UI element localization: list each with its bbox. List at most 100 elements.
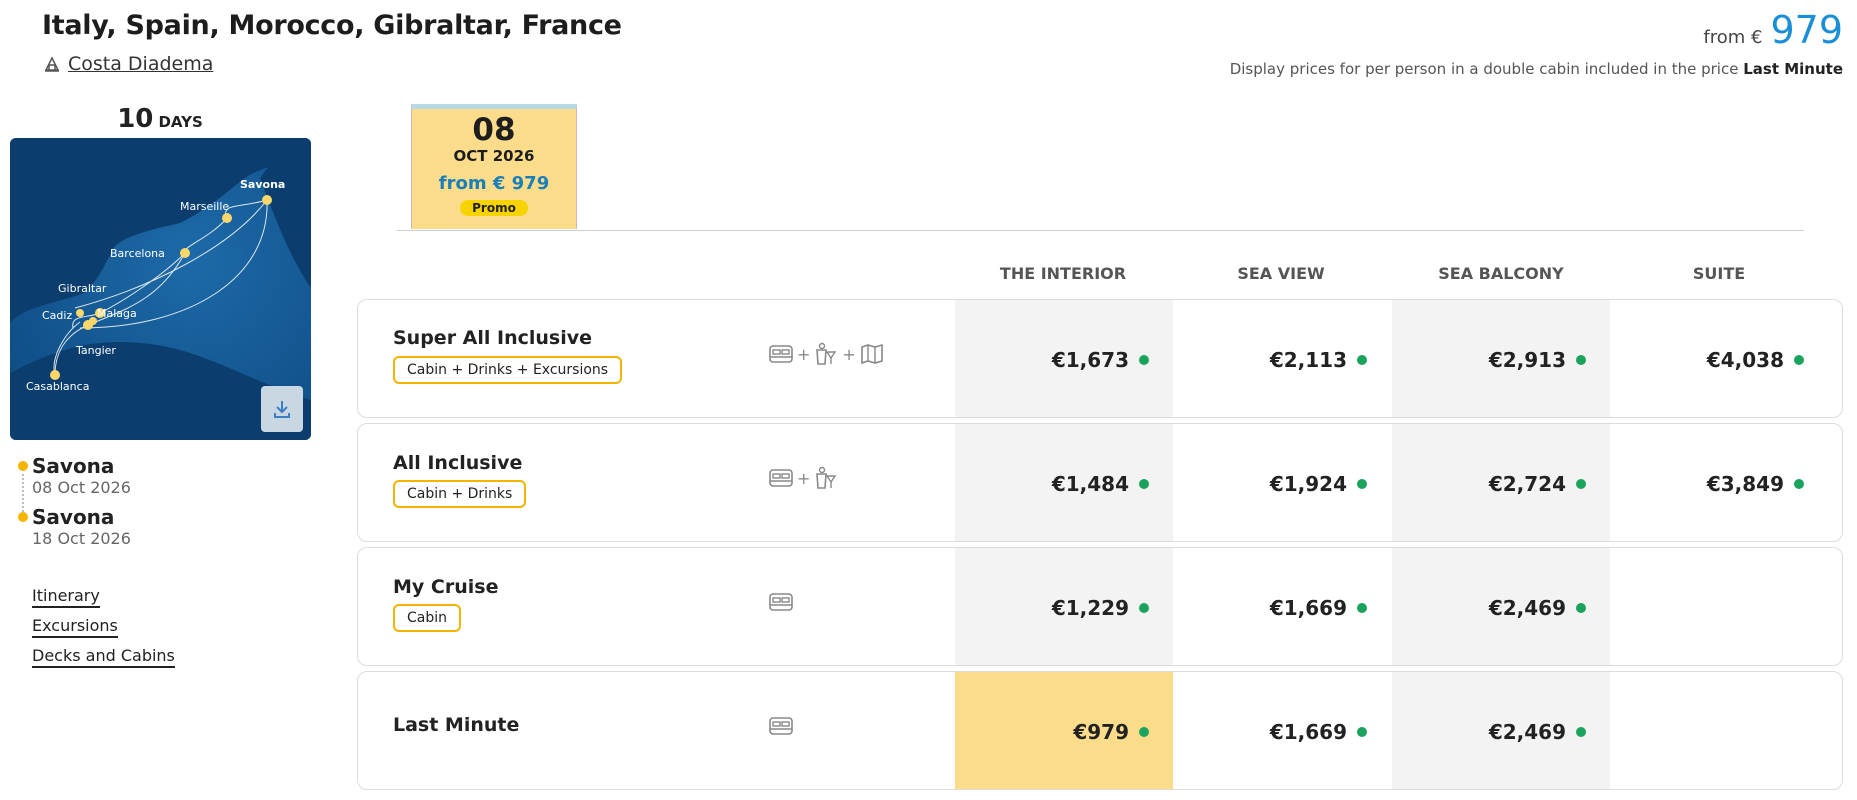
price-cell-suite-empty bbox=[1610, 672, 1828, 789]
drinks-icon bbox=[816, 466, 837, 489]
price-cell-interior-selected[interactable]: €979 bbox=[955, 672, 1173, 789]
cabin-icon bbox=[769, 469, 793, 487]
price-value: €979 bbox=[1073, 719, 1129, 744]
promo-badge: Promo bbox=[460, 200, 528, 216]
price-cell-sea-view[interactable]: €2,113 bbox=[1173, 300, 1391, 417]
availability-dot-icon bbox=[1576, 354, 1586, 365]
price-cell-sea-balcony[interactable]: €2,469 bbox=[1392, 672, 1610, 789]
fare-icons: + + bbox=[768, 342, 885, 366]
fare-row-all-inclusive: All Inclusive Cabin + Drinks + €1,484 €1… bbox=[357, 423, 1843, 542]
availability-dot-icon bbox=[1139, 354, 1149, 365]
decks-and-cabins-link[interactable]: Decks and Cabins bbox=[32, 646, 175, 668]
map-label-gibraltar: Gibraltar bbox=[58, 282, 107, 295]
price-value: €1,673 bbox=[1051, 347, 1129, 372]
date-card-price: from € 979 bbox=[438, 173, 550, 194]
price-cell-interior[interactable]: €1,673 bbox=[955, 300, 1173, 417]
map-label-casablanca: Casablanca bbox=[26, 380, 89, 393]
price-cell-sea-balcony[interactable]: €2,913 bbox=[1392, 300, 1610, 417]
trip-links: Itinerary Excursions Decks and Cabins bbox=[32, 586, 175, 676]
map-label-marseille: Marseille bbox=[180, 200, 229, 213]
price-value: €2,469 bbox=[1488, 719, 1566, 744]
price-value: €1,924 bbox=[1269, 471, 1347, 496]
map-label-tangier: Tangier bbox=[75, 344, 116, 357]
departure-date: 08 Oct 2026 bbox=[32, 478, 131, 497]
fare-name: My Cruise bbox=[393, 576, 499, 598]
cabin-icon bbox=[769, 345, 793, 363]
trip-duration: 10 DAYS bbox=[10, 104, 310, 134]
fare-row-super-all-inclusive: Super All Inclusive Cabin + Drinks + Exc… bbox=[357, 299, 1843, 418]
fare-icons bbox=[768, 590, 794, 614]
map-label-barcelona: Barcelona bbox=[110, 247, 165, 260]
map-label-malaga: Malaga bbox=[97, 307, 137, 320]
availability-dot-icon bbox=[1357, 478, 1367, 489]
departure-port-name: Savona bbox=[32, 454, 115, 478]
availability-dot-icon bbox=[1576, 478, 1586, 489]
ship-icon bbox=[44, 56, 60, 72]
itinerary-map[interactable]: Savona Marseille Barcelona Gibraltar Cad… bbox=[10, 138, 311, 440]
port-dot-icon bbox=[18, 461, 28, 471]
price-value: €1,669 bbox=[1269, 719, 1347, 744]
ship-name[interactable]: Costa Diadema bbox=[68, 53, 213, 75]
price-disclaimer: Display prices for per person in a doubl… bbox=[1230, 60, 1843, 78]
price-cell-suite[interactable]: €3,849 bbox=[1610, 424, 1828, 541]
port-timeline: Savona 08 Oct 2026 Savona 18 Oct 2026 bbox=[18, 454, 131, 556]
departure-date-tab[interactable]: 08 OCT 2026 from € 979 Promo bbox=[411, 104, 577, 229]
availability-dot-icon bbox=[1357, 602, 1367, 613]
days-label: DAYS bbox=[158, 113, 203, 131]
excursion-map-icon bbox=[861, 343, 883, 365]
availability-dot-icon bbox=[1357, 354, 1367, 365]
fare-name: Super All Inclusive bbox=[393, 327, 593, 349]
price-cell-sea-view[interactable]: €1,669 bbox=[1173, 548, 1391, 665]
availability-dot-icon bbox=[1139, 726, 1149, 737]
days-number: 10 bbox=[117, 104, 154, 134]
price-cell-sea-view[interactable]: €1,669 bbox=[1173, 672, 1391, 789]
date-card-month: OCT 2026 bbox=[453, 147, 535, 165]
price-from-label: from € bbox=[1703, 27, 1763, 48]
price-cell-sea-balcony[interactable]: €2,469 bbox=[1392, 548, 1610, 665]
price-value: €2,913 bbox=[1488, 347, 1566, 372]
fare-name: All Inclusive bbox=[393, 452, 523, 474]
map-label-cadiz: Cadiz bbox=[42, 309, 72, 322]
fare-badge: Cabin bbox=[393, 604, 462, 632]
tab-divider bbox=[397, 230, 1804, 231]
availability-dot-icon bbox=[1794, 354, 1804, 365]
drinks-icon bbox=[816, 342, 837, 365]
availability-dot-icon bbox=[1576, 602, 1586, 613]
price-value: €2,724 bbox=[1488, 471, 1566, 496]
excursions-link[interactable]: Excursions bbox=[32, 616, 118, 638]
price-cell-sea-view[interactable]: €1,924 bbox=[1173, 424, 1391, 541]
column-header-interior: THE INTERIOR bbox=[999, 264, 1127, 283]
price-value: €1,484 bbox=[1051, 471, 1129, 496]
arrival-date: 18 Oct 2026 bbox=[32, 529, 131, 548]
price-cell-suite[interactable]: €4,038 bbox=[1610, 300, 1828, 417]
column-header-sea-balcony: SEA BALCONY bbox=[1438, 264, 1564, 283]
price-value: €1,669 bbox=[1269, 595, 1347, 620]
price-value: €4,038 bbox=[1706, 347, 1784, 372]
fare-icons bbox=[768, 714, 794, 738]
arrival-port: Savona 18 Oct 2026 bbox=[18, 505, 131, 548]
price-from-value: 979 bbox=[1770, 8, 1843, 52]
price-value: €3,849 bbox=[1706, 471, 1784, 496]
itinerary-link[interactable]: Itinerary bbox=[32, 586, 100, 608]
availability-dot-icon bbox=[1357, 726, 1367, 737]
disclaimer-fare: Last Minute bbox=[1743, 60, 1843, 78]
price-from: from € 979 bbox=[1703, 8, 1843, 52]
price-cell-interior[interactable]: €1,229 bbox=[955, 548, 1173, 665]
price-cell-sea-balcony[interactable]: €2,724 bbox=[1392, 424, 1610, 541]
port-dot-icon bbox=[18, 512, 28, 522]
column-header-suite: SUITE bbox=[1692, 264, 1746, 283]
price-value: €2,113 bbox=[1269, 347, 1347, 372]
price-cell-suite-empty bbox=[1610, 548, 1828, 665]
fare-row-my-cruise: My Cruise Cabin €1,229 €1,669 €2,469 bbox=[357, 547, 1843, 666]
availability-dot-icon bbox=[1794, 478, 1804, 489]
price-cell-interior[interactable]: €1,484 bbox=[955, 424, 1173, 541]
column-header-sea-view: SEA VIEW bbox=[1237, 264, 1325, 283]
download-map-button[interactable] bbox=[261, 386, 303, 432]
ship-link[interactable]: Costa Diadema bbox=[42, 53, 213, 75]
availability-dot-icon bbox=[1139, 478, 1149, 489]
departure-port: Savona 08 Oct 2026 bbox=[18, 454, 131, 497]
download-icon bbox=[274, 401, 290, 418]
arrival-port-name: Savona bbox=[32, 505, 115, 529]
fare-badge: Cabin + Drinks bbox=[393, 480, 527, 508]
price-value: €1,229 bbox=[1051, 595, 1129, 620]
